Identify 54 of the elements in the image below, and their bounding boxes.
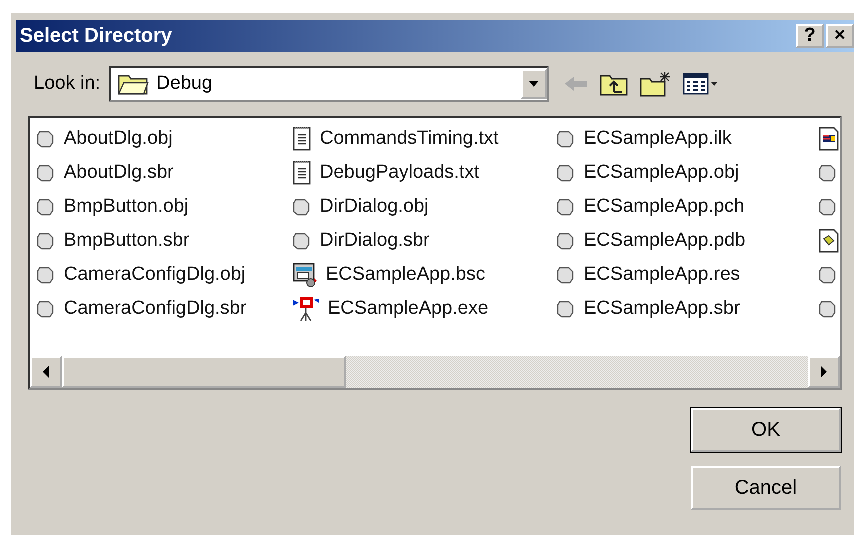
file-name[interactable]: DirDialog.obj bbox=[320, 196, 429, 218]
file-name[interactable]: ECSampleApp.obj bbox=[584, 162, 740, 184]
file-name[interactable]: ECSampleApp.sbr bbox=[584, 298, 740, 320]
look-in-dropdown[interactable]: Debug bbox=[108, 66, 549, 102]
ok-button[interactable]: OK bbox=[691, 408, 841, 452]
blob-icon bbox=[292, 197, 312, 217]
file-name[interactable]: AboutDlg.obj bbox=[64, 128, 173, 150]
view-menu-icon[interactable] bbox=[682, 72, 719, 96]
blob-icon bbox=[556, 197, 576, 217]
blob-icon bbox=[818, 163, 838, 183]
file-name[interactable]: DebugPayloads.txt bbox=[320, 162, 480, 184]
blob-icon bbox=[36, 265, 56, 285]
look-in-label: Look in: bbox=[34, 73, 101, 95]
dropdown-arrow-icon bbox=[528, 80, 540, 88]
file-name[interactable]: ECSampleApp.bsc bbox=[326, 264, 486, 286]
file-name[interactable]: BmpButton.sbr bbox=[64, 230, 190, 252]
blob-icon bbox=[818, 197, 838, 217]
blob-icon bbox=[556, 231, 576, 251]
close-button[interactable]: × bbox=[826, 24, 854, 48]
blob-icon bbox=[556, 265, 576, 285]
notepad-icon bbox=[292, 126, 312, 152]
scroll-left-icon[interactable] bbox=[42, 366, 50, 378]
window-title: Select Directory bbox=[20, 24, 172, 48]
help-button[interactable]: ? bbox=[796, 24, 824, 48]
blob-icon bbox=[292, 231, 312, 251]
new-folder-icon[interactable] bbox=[638, 70, 673, 98]
file-name[interactable]: CameraConfigDlg.obj bbox=[64, 264, 246, 286]
blob-icon bbox=[556, 299, 576, 319]
file-name[interactable]: BmpButton.obj bbox=[64, 196, 189, 218]
file-name[interactable]: ECSampleApp.exe bbox=[328, 298, 489, 320]
app-icon bbox=[292, 296, 320, 322]
blob-icon bbox=[36, 197, 56, 217]
blob-icon bbox=[36, 163, 56, 183]
blob-icon bbox=[556, 163, 576, 183]
file-name[interactable]: AboutDlg.sbr bbox=[64, 162, 174, 184]
file-name[interactable]: ECSampleApp.res bbox=[584, 264, 740, 286]
blob-icon bbox=[818, 265, 838, 285]
file-name[interactable]: CommandsTiming.txt bbox=[320, 128, 499, 150]
file-name[interactable]: ECSampleApp.pdb bbox=[584, 230, 746, 252]
cancel-button[interactable]: Cancel bbox=[691, 466, 841, 510]
blob-icon bbox=[818, 299, 838, 319]
file-name[interactable]: ECSampleApp.ilk bbox=[584, 128, 732, 150]
blob-icon bbox=[36, 129, 56, 149]
file-name[interactable]: ECSampleApp.pch bbox=[584, 196, 745, 218]
scroll-thumb[interactable] bbox=[62, 356, 346, 388]
blob-icon bbox=[36, 231, 56, 251]
notepad-icon bbox=[292, 160, 312, 186]
scroll-right-icon[interactable] bbox=[820, 366, 828, 378]
file-name[interactable]: DirDialog.sbr bbox=[320, 230, 430, 252]
blob-icon bbox=[556, 129, 576, 149]
window-icon bbox=[292, 262, 318, 288]
horizontal-scrollbar[interactable] bbox=[30, 356, 840, 388]
blob-icon bbox=[36, 299, 56, 319]
file-name[interactable]: CameraConfigDlg.sbr bbox=[64, 298, 247, 320]
